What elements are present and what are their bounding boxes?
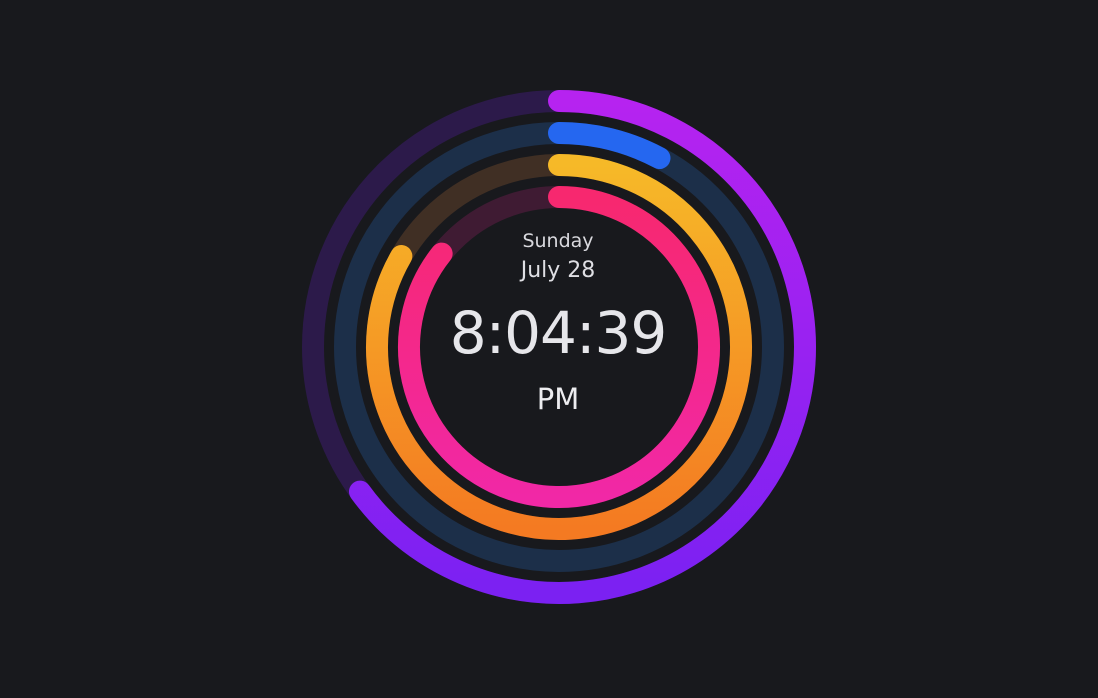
time-display: 8:04:39 [449, 299, 668, 367]
weekday-label: Sunday [522, 230, 594, 252]
date-label: July 28 [520, 258, 596, 283]
period-label: PM [536, 382, 580, 416]
minutes-ring-progress [548, 122, 671, 170]
clock-readout: Sunday July 28 8:04:39 PM [408, 230, 708, 416]
clock-stage: Sunday July 28 8:04:39 PM [0, 0, 1098, 698]
